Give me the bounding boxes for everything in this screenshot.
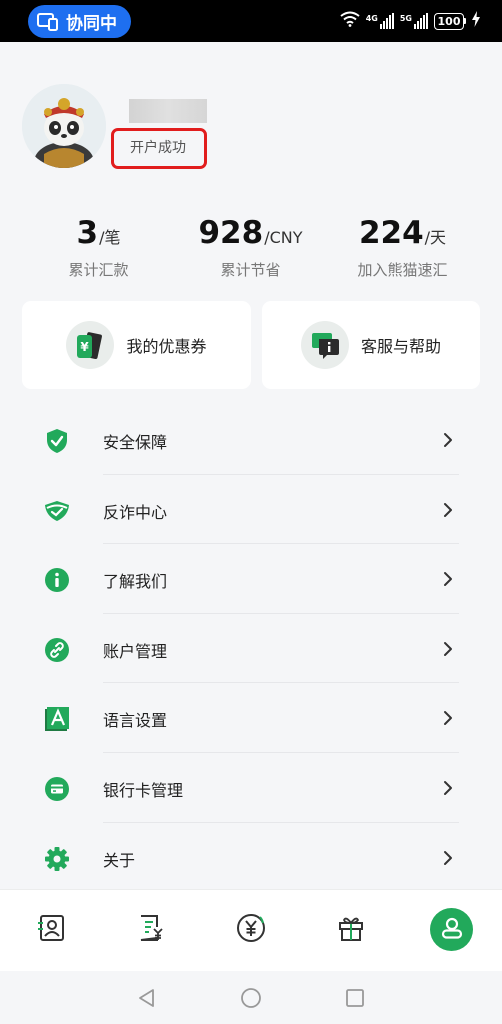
anti-fraud-shield-icon: [43, 497, 71, 525]
wifi-icon: [340, 11, 360, 31]
tab-gifts[interactable]: [329, 908, 373, 952]
contact-card-icon: [37, 914, 65, 946]
coupons-card[interactable]: ¥ 我的优惠券: [22, 301, 251, 389]
menu-item-security[interactable]: 安全保障: [0, 405, 502, 475]
tab-me[interactable]: [430, 908, 473, 951]
menu-item-bank-cards[interactable]: 银行卡管理: [0, 753, 502, 823]
tab-records[interactable]: [129, 908, 173, 952]
tab-remit[interactable]: [229, 908, 273, 952]
chevron-right-icon: [441, 431, 455, 449]
status-bar: 协同中 4G 5G 100: [0, 0, 502, 42]
stat-label: 累计汇款: [68, 261, 129, 279]
svg-text:¥: ¥: [81, 340, 90, 354]
chevron-right-icon: [441, 640, 455, 658]
customer-service-icon: [300, 321, 349, 369]
menu-item-about[interactable]: 关于: [0, 823, 502, 893]
stat-total-remittances: 3/笔 累计汇款: [15, 215, 182, 280]
info-icon: [43, 566, 71, 594]
battery-icon: 100: [434, 12, 466, 30]
chevron-right-icon: [441, 779, 455, 797]
customer-service-label: 客服与帮助: [360, 337, 441, 356]
network-type-label: 4G: [365, 14, 378, 23]
back-icon[interactable]: [136, 987, 158, 1009]
battery-level: 100: [434, 12, 464, 30]
stat-unit: /CNY: [264, 228, 303, 247]
language-icon: [43, 705, 71, 733]
stat-total-savings: 928/CNY 累计节省: [167, 215, 334, 280]
link-icon: [43, 636, 71, 664]
collaboration-label: 协同中: [66, 14, 117, 34]
stat-value: 928: [198, 215, 264, 251]
settings-menu: 安全保障 反诈中心 了解我们 账户管理 语言设置 银行卡管理 关于: [0, 405, 502, 892]
menu-label: 反诈中心: [103, 502, 168, 522]
username-masked: [129, 99, 207, 123]
user-icon: [439, 915, 465, 945]
customer-service-card[interactable]: 客服与帮助: [262, 301, 480, 389]
collaboration-icon: [36, 12, 60, 32]
highlight-annotation: [111, 128, 207, 169]
stat-unit: /天: [424, 228, 447, 247]
chevron-right-icon: [441, 849, 455, 867]
system-navigation-bar: [0, 971, 502, 1024]
menu-item-language[interactable]: 语言设置: [0, 683, 502, 753]
chevron-right-icon: [441, 501, 455, 519]
menu-label: 账户管理: [103, 641, 168, 661]
bill-list-icon: [137, 914, 165, 946]
stat-label: 加入熊猫速汇: [357, 261, 448, 279]
gift-icon: [337, 914, 365, 946]
stat-value: 224: [358, 215, 424, 251]
collaboration-pill[interactable]: 协同中: [28, 5, 131, 38]
coupon-icon: ¥: [66, 321, 115, 369]
bank-card-icon: [43, 775, 71, 803]
menu-label: 银行卡管理: [103, 780, 184, 800]
network-type-label: 5G: [399, 14, 412, 23]
bottom-tab-bar: [0, 889, 502, 971]
home-icon[interactable]: [240, 987, 262, 1009]
coupons-label: 我的优惠券: [126, 337, 207, 356]
menu-item-about-us[interactable]: 了解我们: [0, 544, 502, 614]
charging-icon: [472, 11, 480, 31]
gear-icon: [43, 845, 71, 873]
menu-label: 了解我们: [103, 572, 168, 592]
stat-label: 累计节省: [220, 261, 281, 279]
chevron-right-icon: [441, 709, 455, 727]
chevron-right-icon: [441, 570, 455, 588]
stat-value: 3: [76, 215, 99, 251]
shield-check-icon: [43, 427, 71, 455]
avatar[interactable]: [22, 84, 106, 168]
menu-label: 安全保障: [103, 433, 168, 452]
menu-item-anti-fraud[interactable]: 反诈中心: [0, 475, 502, 545]
recent-apps-icon[interactable]: [344, 987, 366, 1009]
menu-label: 关于: [103, 850, 136, 870]
tab-contacts[interactable]: [29, 908, 73, 952]
status-indicators: 4G 5G 100: [340, 9, 480, 33]
menu-item-account-management[interactable]: 账户管理: [0, 614, 502, 684]
menu-label: 语言设置: [103, 711, 168, 731]
yuan-circle-icon: [236, 913, 266, 947]
stat-days-joined: 224/天 加入熊猫速汇: [319, 215, 486, 280]
cellular-signal-icon: 4G: [366, 13, 394, 29]
stat-unit: /笔: [99, 228, 121, 247]
cellular-signal-icon: 5G: [400, 13, 428, 29]
